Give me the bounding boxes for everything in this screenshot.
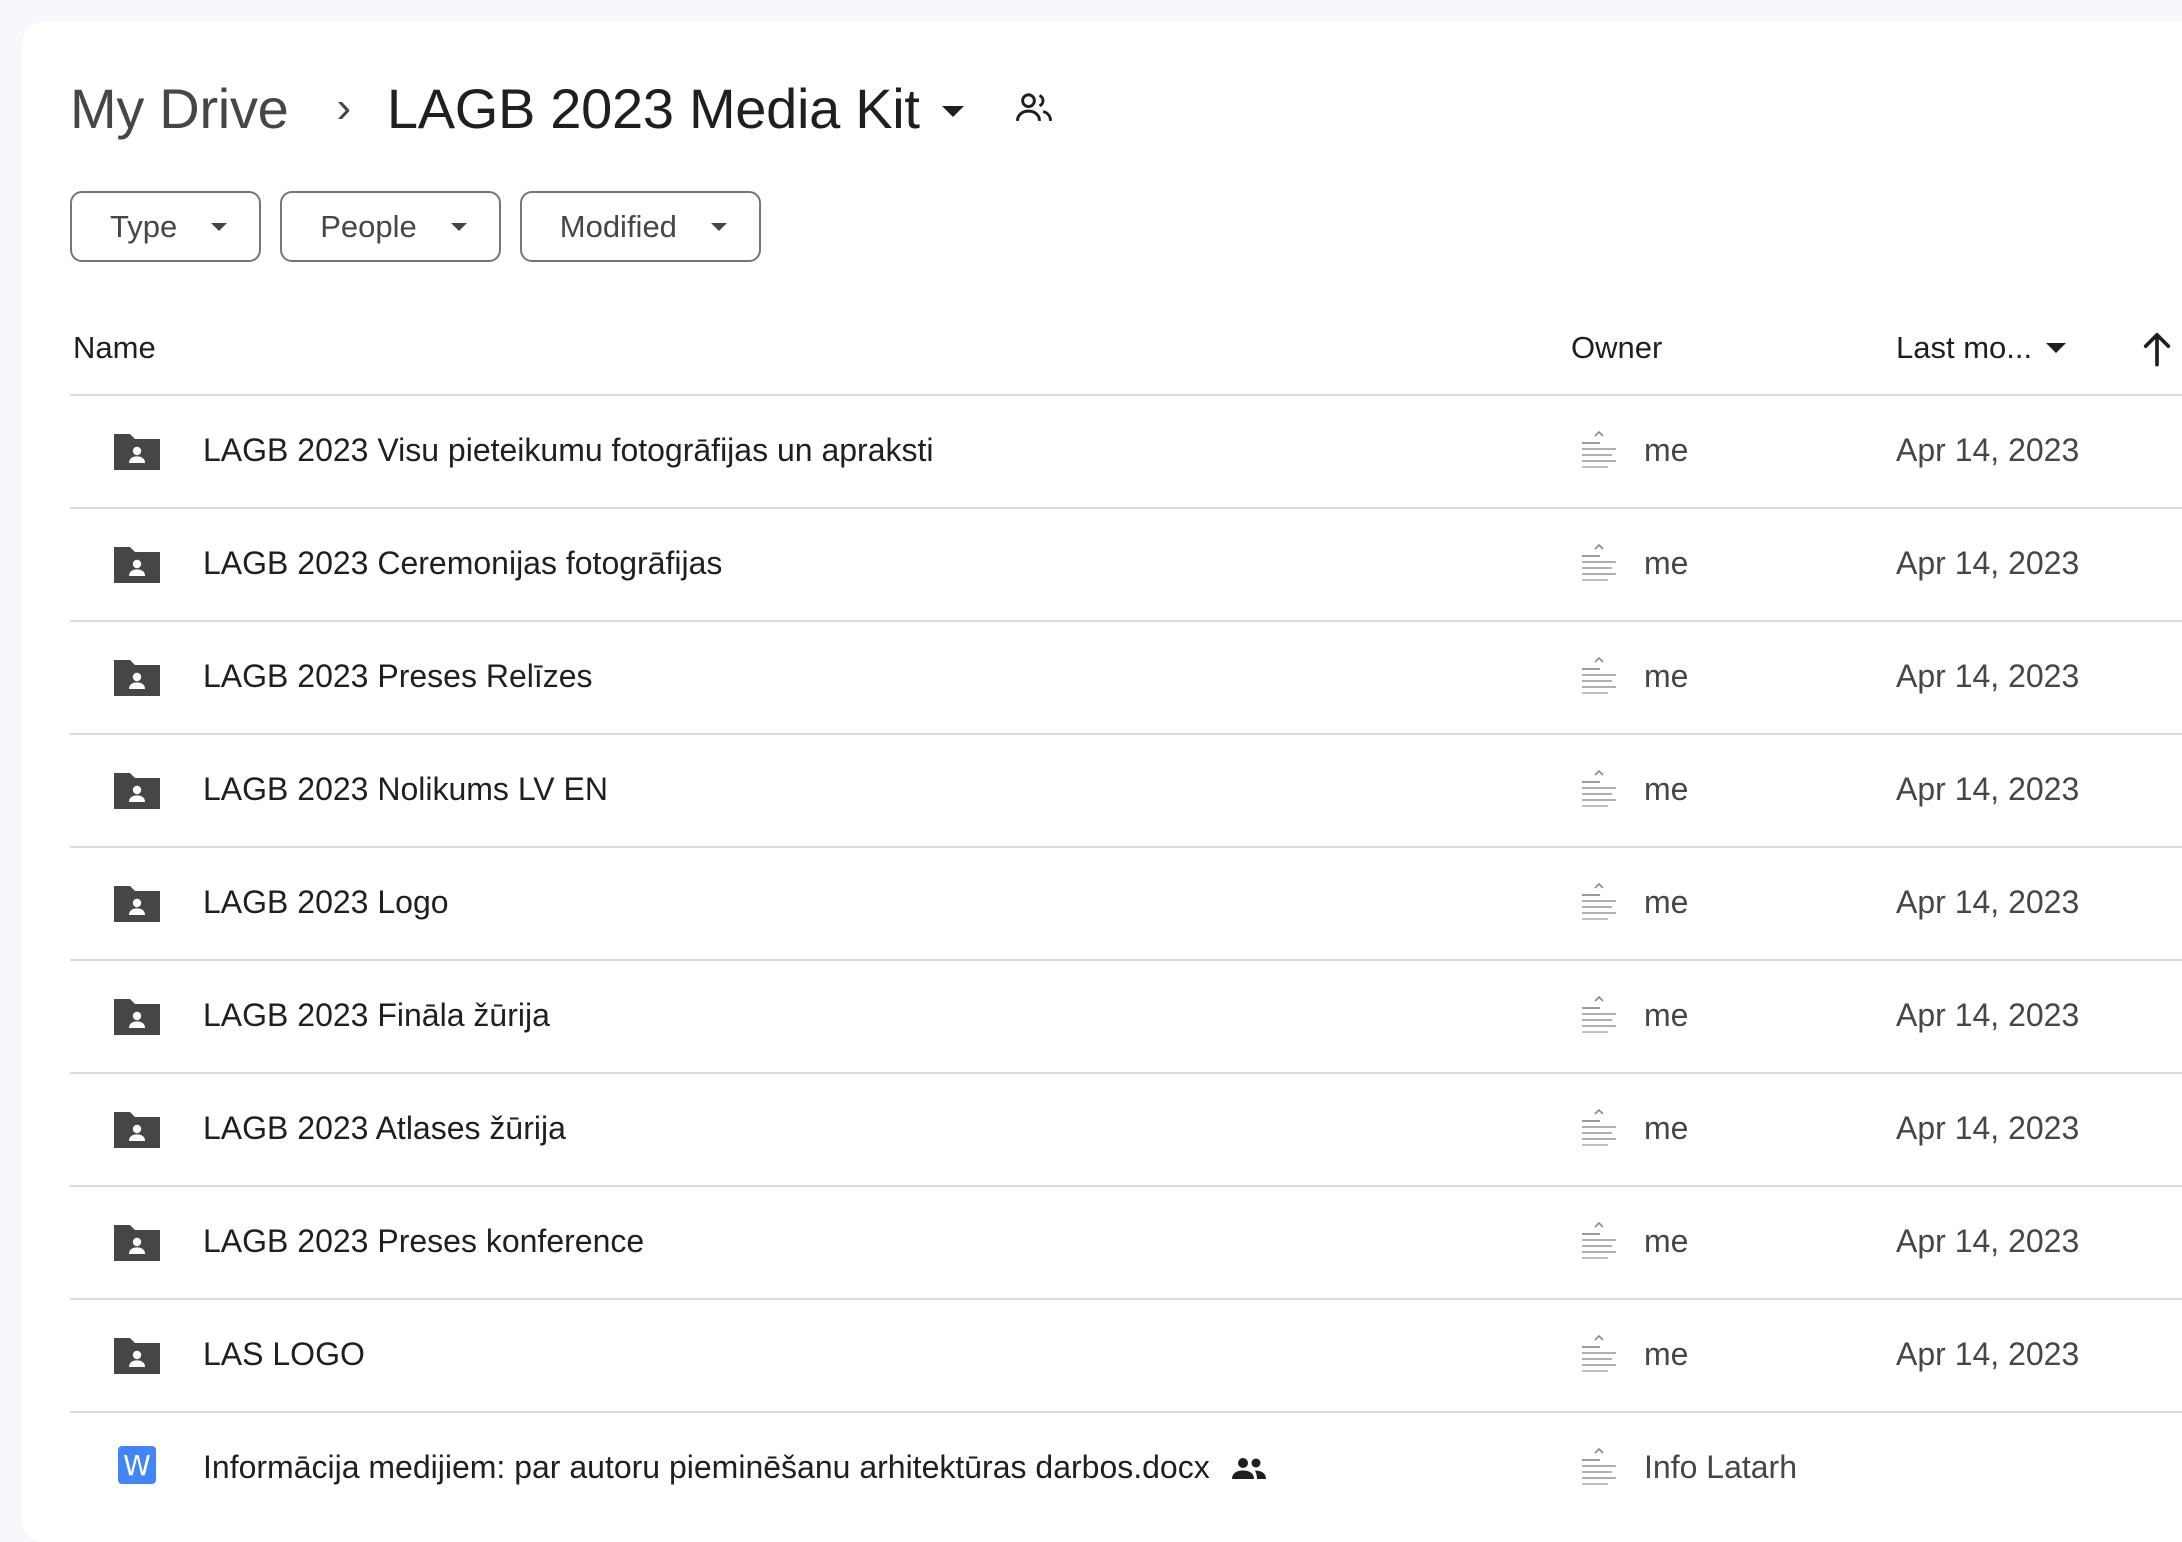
owner-avatar-icon <box>1582 656 1616 694</box>
column-header-owner[interactable]: Owner <box>1571 330 1662 366</box>
owner-avatar-icon <box>1582 543 1616 581</box>
filter-bar: Type People Modified <box>70 191 761 262</box>
shared-folder-icon <box>114 547 160 583</box>
owner-name: me <box>1644 658 1689 694</box>
chevron-down-icon <box>450 222 467 231</box>
filter-type-chip[interactable]: Type <box>70 191 262 262</box>
table-row[interactable]: LAGB 2023 Nolikums LV EN me Apr 14, 2023 <box>70 733 2182 846</box>
owner-name: me <box>1644 432 1689 468</box>
file-name[interactable]: LAS LOGO <box>203 1336 365 1373</box>
table-row[interactable]: LAGB 2023 Ceremonijas fotogrāfijas me Ap… <box>70 507 2182 620</box>
filter-people-label: People <box>320 208 417 244</box>
last-modified-date: Apr 14, 2023 <box>1896 545 2080 581</box>
column-header-last-modified[interactable]: Last mo... <box>1896 330 2067 366</box>
word-doc-icon: W <box>118 1446 156 1484</box>
owner-avatar-icon <box>1582 882 1616 920</box>
file-name[interactable]: LAGB 2023 Preses konference <box>203 1223 644 1260</box>
file-name[interactable]: LAGB 2023 Ceremonijas fotogrāfijas <box>203 545 722 582</box>
file-name[interactable]: LAGB 2023 Logo <box>203 884 449 921</box>
breadcrumb-separator: › <box>336 83 351 132</box>
shared-folder-icon <box>114 773 160 809</box>
owner-name: me <box>1644 771 1689 807</box>
table-row[interactable]: LAGB 2023 Preses konference me Apr 14, 2… <box>70 1185 2182 1298</box>
file-name[interactable]: LAGB 2023 Fināla žūrija <box>203 997 550 1034</box>
owner-avatar-icon <box>1582 769 1616 807</box>
owner-name: me <box>1644 545 1689 581</box>
last-modified-date: Apr 14, 2023 <box>1896 884 2080 920</box>
last-modified-date: Apr 14, 2023 <box>1896 771 2080 807</box>
column-header-last-modified-label: Last mo... <box>1896 330 2033 365</box>
last-modified-date: Apr 14, 2023 <box>1896 997 2080 1033</box>
owner-avatar-icon <box>1582 430 1616 468</box>
chevron-down-icon <box>2046 343 2067 353</box>
owner-name: me <box>1644 884 1689 920</box>
owner-avatar-icon <box>1582 1447 1616 1485</box>
people-outline-icon[interactable] <box>1012 86 1056 130</box>
table-row[interactable]: LAGB 2023 Fināla žūrija me Apr 14, 2023 <box>70 959 2182 1072</box>
owner-avatar-icon <box>1582 1221 1616 1259</box>
file-name[interactable]: LAGB 2023 Visu pieteikumu fotogrāfijas u… <box>203 432 934 469</box>
owner-avatar-icon <box>1582 995 1616 1033</box>
shared-folder-icon <box>114 1338 160 1374</box>
column-header-name[interactable]: Name <box>73 330 156 366</box>
shared-folder-icon <box>114 660 160 696</box>
breadcrumb-current-folder[interactable]: LAGB 2023 Media Kit <box>387 76 920 141</box>
shared-folder-icon <box>114 886 160 922</box>
chevron-down-icon <box>710 222 727 231</box>
filter-modified-chip[interactable]: Modified <box>519 191 761 262</box>
last-modified-date: Apr 14, 2023 <box>1896 432 2080 468</box>
owner-avatar-icon <box>1582 1108 1616 1146</box>
table-row[interactable]: LAGB 2023 Visu pieteikumu fotogrāfijas u… <box>70 394 2182 507</box>
shared-folder-icon <box>114 999 160 1035</box>
table-row[interactable]: LAGB 2023 Atlases žūrija me Apr 14, 2023 <box>70 1072 2182 1185</box>
file-name: Informācija medijiem: par autoru pieminē… <box>203 1449 1210 1485</box>
table-row[interactable]: LAGB 2023 Logo me Apr 14, 2023 <box>70 846 2182 959</box>
filter-people-chip[interactable]: People <box>280 191 501 262</box>
chevron-down-icon[interactable] <box>941 105 964 117</box>
last-modified-date: Apr 14, 2023 <box>1896 1223 2080 1259</box>
shared-folder-icon <box>114 434 160 470</box>
shared-folder-icon <box>114 1112 160 1148</box>
owner-name: me <box>1644 1336 1689 1372</box>
last-modified-date: Apr 14, 2023 <box>1896 658 2080 694</box>
file-name[interactable]: LAGB 2023 Atlases žūrija <box>203 1110 566 1147</box>
file-name[interactable]: LAGB 2023 Preses Relīzes <box>203 658 593 695</box>
breadcrumb: My Drive › LAGB 2023 Media Kit <box>70 68 1056 148</box>
owner-name: me <box>1644 1110 1689 1146</box>
shared-folder-icon <box>114 1225 160 1261</box>
table-row[interactable]: LAS LOGO me Apr 14, 2023 <box>70 1298 2182 1411</box>
last-modified-date: Apr 14, 2023 <box>1896 1336 2080 1372</box>
filter-type-label: Type <box>110 208 178 244</box>
table-row[interactable]: W Informācija medijiem: par autoru piemi… <box>70 1411 2182 1524</box>
file-name[interactable]: LAGB 2023 Nolikums LV EN <box>203 771 608 808</box>
owner-name: Info Latarh <box>1644 1449 1797 1485</box>
file-list: LAGB 2023 Visu pieteikumu fotogrāfijas u… <box>70 394 2182 1524</box>
file-name-container[interactable]: Informācija medijiem: par autoru pieminē… <box>203 1449 1268 1486</box>
table-row[interactable]: LAGB 2023 Preses Relīzes me Apr 14, 2023 <box>70 620 2182 733</box>
owner-name: me <box>1644 997 1689 1033</box>
chevron-down-icon <box>211 222 228 231</box>
breadcrumb-my-drive[interactable]: My Drive <box>70 76 289 141</box>
owner-name: me <box>1644 1223 1689 1259</box>
last-modified-date: Apr 14, 2023 <box>1896 1110 2080 1146</box>
arrow-up-icon[interactable] <box>2140 329 2174 369</box>
owner-avatar-icon <box>1582 1334 1616 1372</box>
filter-modified-label: Modified <box>559 208 677 244</box>
people-icon <box>1231 1457 1266 1479</box>
